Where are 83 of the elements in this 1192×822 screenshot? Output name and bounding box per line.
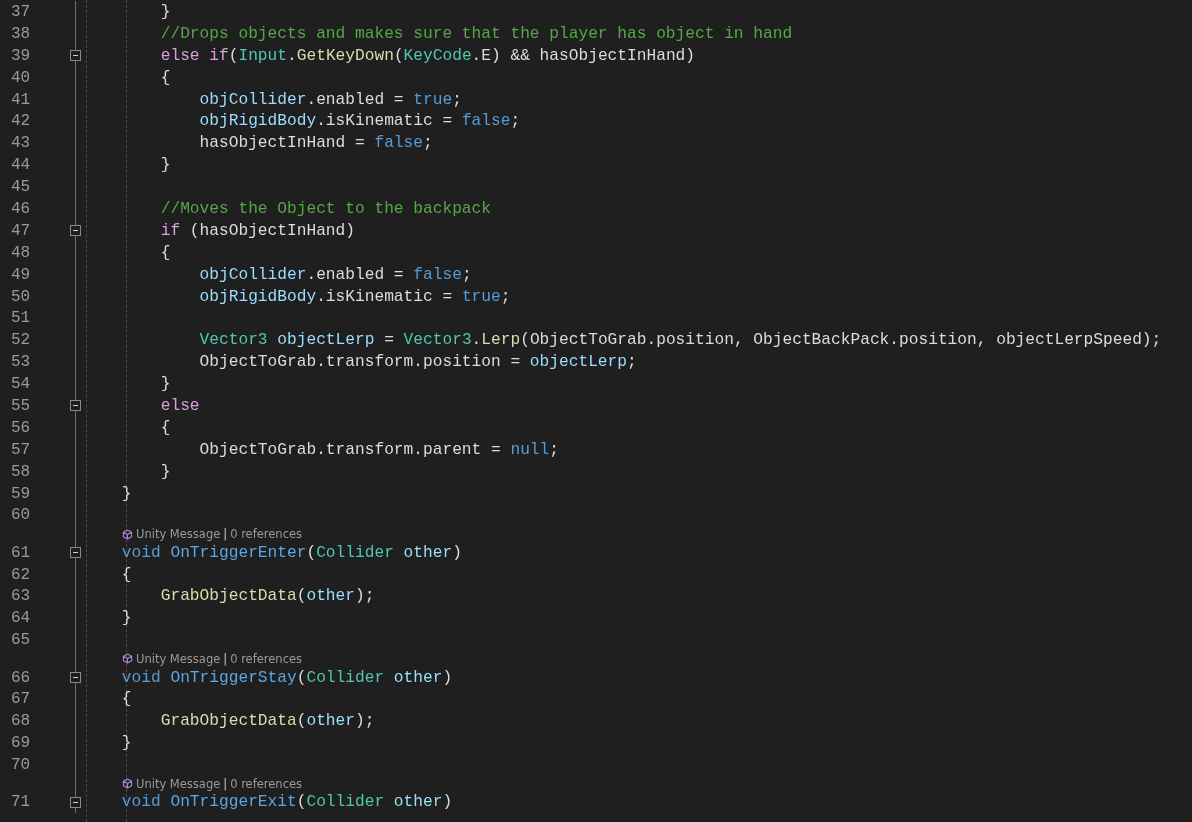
code-line: void OnTriggerEnter(Collider other)	[121, 543, 462, 562]
line-number: 65	[10, 631, 32, 650]
line-number: 60	[10, 506, 32, 525]
line-number: 48	[10, 243, 32, 262]
code-line: objCollider.enabled = false;	[199, 265, 472, 284]
line-number: 70	[10, 756, 32, 775]
code-line: {	[160, 68, 171, 87]
line-number: 56	[10, 418, 32, 437]
code-line: Vector3 objectLerp = Vector3.Lerp(ObjectToGrab.position, ObjectBackPack.position, objectLerpSpeed);	[199, 331, 1162, 350]
code-line: {	[160, 243, 171, 262]
references-link[interactable]: 0 references	[230, 776, 303, 791]
line-number: 43	[10, 134, 32, 153]
line-number: 58	[10, 462, 32, 481]
code-line: {	[121, 565, 132, 584]
line-number: 54	[10, 375, 32, 394]
codelens-separator: |	[223, 527, 228, 542]
collapse-icon[interactable]	[70, 400, 81, 412]
codelens-label[interactable]: Unity Message	[136, 651, 221, 666]
code-line: }	[160, 2, 171, 21]
line-number: 40	[10, 68, 32, 87]
line-number: 52	[10, 331, 32, 350]
code-line: GrabObjectData(other);	[160, 587, 375, 606]
codelens-separator: |	[223, 776, 228, 791]
references-link[interactable]: 0 references	[230, 651, 303, 666]
code-line: objRigidBody.isKinematic = false;	[199, 112, 521, 131]
code-line: objRigidBody.isKinematic = true;	[199, 287, 511, 306]
line-number: 64	[10, 609, 32, 628]
references-link[interactable]: 0 references	[230, 527, 303, 542]
line-number: 47	[10, 221, 32, 240]
line-number: 42	[10, 112, 32, 131]
line-number: 62	[10, 565, 32, 584]
line-number: 46	[10, 199, 32, 218]
line-number: 59	[10, 484, 32, 503]
code-line: {	[121, 690, 132, 709]
cube-icon	[122, 778, 133, 790]
line-number: 57	[10, 440, 32, 459]
code-line: if (hasObjectInHand)	[160, 221, 355, 240]
code-line: }	[160, 462, 171, 481]
cube-icon	[122, 653, 133, 665]
codelens-label[interactable]: Unity Message	[136, 776, 221, 791]
line-number: 67	[10, 690, 32, 709]
codelens-separator: |	[223, 651, 228, 666]
line-number: 68	[10, 712, 32, 731]
code-line: //Drops objects and makes sure that the player has object in hand	[160, 24, 793, 43]
code-line: void OnTriggerStay(Collider other)	[121, 668, 453, 687]
line-number: 51	[10, 309, 32, 328]
line-number: 66	[10, 668, 32, 687]
code-line: }	[121, 609, 132, 628]
line-number: 37	[10, 2, 32, 21]
line-number: 44	[10, 156, 32, 175]
code-line: ObjectToGrab.transform.position = objectLerp;	[199, 353, 637, 372]
collapse-icon[interactable]	[70, 50, 81, 62]
line-number: 38	[10, 24, 32, 43]
collapse-icon[interactable]	[70, 796, 81, 808]
line-number: 71	[10, 793, 32, 812]
line-number: 61	[10, 543, 32, 562]
code-line: hasObjectInHand = false;	[199, 134, 433, 153]
code-line: void OnTriggerExit(Collider other)	[121, 793, 453, 812]
code-line: //Moves the Object to the backpack	[160, 199, 491, 218]
line-number: 63	[10, 587, 32, 606]
line-number: 69	[10, 734, 32, 753]
line-number: 41	[10, 90, 32, 109]
line-number: 53	[10, 353, 32, 372]
code-line: else	[160, 396, 200, 415]
code-line: else if(Input.GetKeyDown(KeyCode.E) && hasObjectInHand)	[160, 46, 696, 65]
code-line: }	[160, 156, 171, 175]
line-number: 50	[10, 287, 32, 306]
code-line: {	[160, 418, 171, 437]
line-number: 39	[10, 46, 32, 65]
code-line: objCollider.enabled = true;	[199, 90, 462, 109]
cube-icon	[122, 528, 133, 540]
code-line: }	[121, 734, 132, 753]
line-number: 55	[10, 396, 32, 415]
collapse-icon[interactable]	[70, 672, 81, 684]
codelens-label[interactable]: Unity Message	[136, 527, 221, 542]
collapse-icon[interactable]	[70, 547, 81, 559]
line-number: 49	[10, 265, 32, 284]
code-line: }	[160, 375, 171, 394]
code-line: }	[121, 484, 132, 503]
code-line: GrabObjectData(other);	[160, 712, 375, 731]
line-number: 45	[10, 178, 32, 197]
collapse-icon[interactable]	[70, 225, 81, 237]
code-line: ObjectToGrab.transform.parent = null;	[199, 440, 559, 459]
